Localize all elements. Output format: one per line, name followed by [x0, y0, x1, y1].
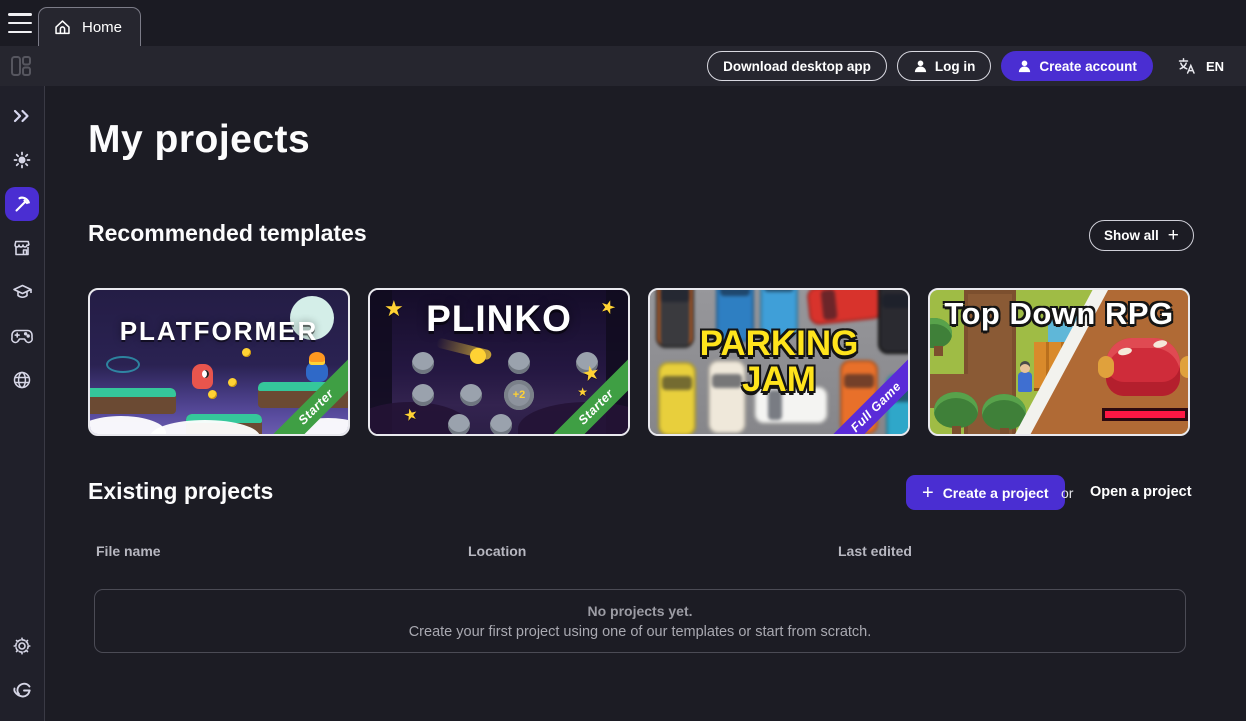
eye-decoration	[106, 356, 140, 373]
show-all-label: Show all	[1104, 228, 1159, 243]
tab-home[interactable]: Home	[38, 7, 141, 46]
open-project-button[interactable]: Open a project	[1090, 484, 1192, 500]
hamburger-bar	[8, 13, 32, 16]
double-chevron-right-icon	[11, 107, 33, 125]
template-card-parking-jam[interactable]: PARKING JAM Full Game	[648, 288, 910, 436]
frog-boss-decoration	[1106, 338, 1180, 396]
person-icon	[913, 59, 928, 74]
empty-state-subtitle: Create your first project using one of o…	[409, 624, 872, 640]
or-text: or	[1061, 485, 1073, 501]
sidebar-item-shop[interactable]	[5, 231, 39, 265]
sidebar-expand-button[interactable]	[5, 99, 39, 133]
star-decoration: ★	[577, 386, 588, 398]
peg-decoration	[412, 352, 434, 374]
toolbar-right-group: Download desktop app Log in Create accou…	[707, 46, 1224, 86]
template-title: Top Down RPG	[930, 296, 1188, 332]
coin-decoration	[228, 378, 237, 387]
show-all-button[interactable]: Show all +	[1089, 220, 1194, 251]
gdevelop-home-window: Home Download desktop app Log in	[0, 0, 1246, 721]
project-manager-icon[interactable]	[9, 54, 33, 78]
car-decoration	[806, 288, 884, 326]
plus-icon: +	[922, 483, 934, 503]
sun-spark-icon	[12, 150, 32, 170]
language-selector[interactable]: EN	[1177, 56, 1224, 76]
home-icon	[53, 18, 72, 37]
template-title-line1: PARKING	[650, 326, 908, 361]
template-title: PLATFORMER	[90, 316, 348, 347]
empty-state-title: No projects yet.	[587, 603, 692, 619]
health-bar-decoration	[1102, 408, 1188, 421]
character-decoration	[1018, 372, 1032, 392]
column-header-location: Location	[468, 543, 526, 559]
player-character-decoration	[192, 364, 213, 389]
sidebar-item-play[interactable]	[5, 319, 39, 353]
peg-decoration	[460, 384, 482, 406]
storefront-icon	[12, 238, 32, 258]
main-content: My projects Recommended templates Show a…	[45, 86, 1246, 721]
main-menu-button[interactable]	[8, 13, 32, 33]
ball-decoration	[470, 348, 486, 364]
fire-enemy-decoration	[306, 362, 328, 382]
coin-decoration	[208, 390, 217, 399]
language-label: EN	[1206, 59, 1224, 74]
tree-decoration	[934, 392, 978, 428]
tab-bar: Home	[0, 0, 1246, 46]
coin-decoration	[242, 348, 251, 357]
gamepad-icon	[11, 328, 33, 344]
page-title: My projects	[88, 118, 310, 162]
peg-decoration	[490, 414, 512, 436]
toolbar: Download desktop app Log in Create accou…	[0, 46, 1246, 86]
sidebar-item-learn[interactable]	[5, 275, 39, 309]
template-card-platformer[interactable]: PLATFORMER Starter	[88, 288, 350, 436]
download-desktop-app-button[interactable]: Download desktop app	[707, 51, 887, 81]
login-label: Log in	[935, 59, 976, 74]
platform-decoration	[88, 388, 176, 414]
tree-decoration	[982, 394, 1026, 430]
graduation-cap-icon	[12, 282, 33, 302]
create-account-label: Create account	[1039, 59, 1137, 74]
column-header-last-edited: Last edited	[838, 543, 912, 559]
globe-icon	[12, 370, 32, 390]
peg-decoration	[412, 384, 434, 406]
empty-projects-panel: No projects yet. Create your first proje…	[94, 589, 1186, 653]
template-card-top-down-rpg[interactable]: Top Down RPG	[928, 288, 1190, 436]
peg-decoration	[448, 414, 470, 436]
sidebar-item-get-started[interactable]	[5, 143, 39, 177]
tab-home-label: Home	[82, 19, 122, 36]
create-project-button[interactable]: + Create a project	[906, 475, 1065, 510]
create-project-label: Create a project	[943, 485, 1049, 501]
gdevelop-logo-icon	[11, 680, 33, 700]
template-title-line2: JAM	[650, 362, 908, 397]
template-card-plinko[interactable]: PLINKO +2 ★ ★ ★ ★ ★ ★ Starter	[368, 288, 630, 436]
existing-projects-heading: Existing projects	[88, 478, 273, 505]
template-title: PLINKO	[370, 298, 628, 340]
sidebar-item-community[interactable]	[5, 363, 39, 397]
plus-icon: +	[1168, 226, 1179, 245]
bonus-peg: +2	[504, 380, 534, 410]
column-header-file-name: File name	[96, 543, 161, 559]
hamburger-bar	[8, 31, 32, 34]
hamburger-bar	[8, 22, 32, 25]
peg-decoration	[508, 352, 530, 374]
sidebar-item-about[interactable]	[5, 673, 39, 707]
sidebar-item-build[interactable]	[5, 187, 39, 221]
sidebar-item-preferences[interactable]	[5, 629, 39, 663]
download-desktop-app-label: Download desktop app	[723, 59, 871, 74]
translate-icon	[1177, 56, 1197, 76]
star-decoration: ★	[580, 362, 602, 385]
person-icon	[1017, 59, 1032, 74]
login-button[interactable]: Log in	[897, 51, 992, 81]
template-cards-row: PLATFORMER Starter	[88, 288, 1190, 436]
recommended-templates-heading: Recommended templates	[88, 220, 367, 247]
gear-icon	[12, 636, 32, 656]
pickaxe-icon	[12, 194, 32, 214]
sidebar	[0, 86, 45, 721]
create-account-button[interactable]: Create account	[1001, 51, 1153, 81]
